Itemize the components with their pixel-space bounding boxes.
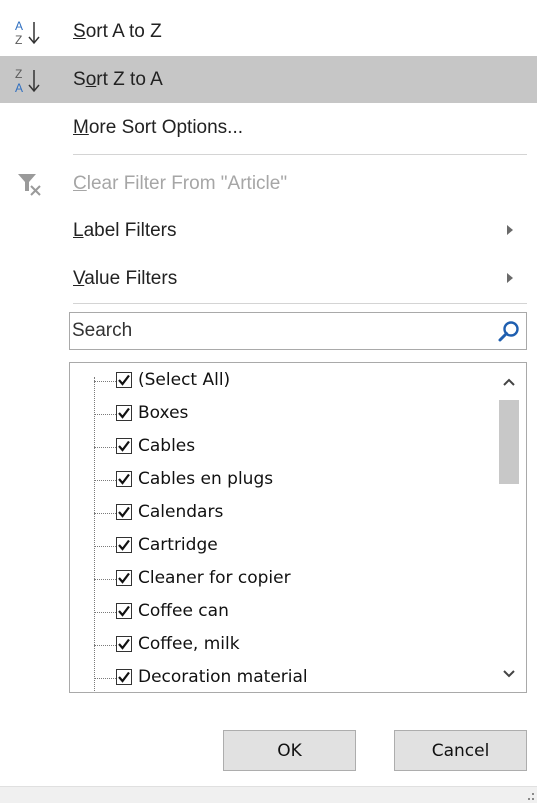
clear-filter-label: Clear Filter From "Article" xyxy=(73,172,288,194)
filter-values-list: (Select All) Boxes Cables Cables en plugs Ca… xyxy=(69,362,527,693)
list-item-label: (Select All) xyxy=(138,370,231,390)
list-item-label: Calendars xyxy=(138,502,224,522)
search-box xyxy=(69,312,527,350)
cancel-button[interactable]: Cancel xyxy=(394,730,527,771)
list-item[interactable]: Cables xyxy=(70,431,490,464)
menu-divider xyxy=(73,154,527,155)
scroll-thumb[interactable] xyxy=(499,400,519,484)
svg-text:Z: Z xyxy=(15,33,22,47)
checkbox[interactable] xyxy=(116,603,132,619)
list-item[interactable]: Coffee, milk xyxy=(70,629,490,662)
list-item[interactable]: Cleaner for copier xyxy=(70,563,490,596)
list-item-label: Cleaner for copier xyxy=(138,568,291,588)
checkbox[interactable] xyxy=(116,504,132,520)
tree-connector xyxy=(94,612,116,613)
sort-ascending-icon: A Z xyxy=(14,8,50,55)
value-filters-label: Value Filters xyxy=(73,267,178,289)
svg-text:Z: Z xyxy=(15,67,22,81)
checkbox[interactable] xyxy=(116,636,132,652)
sort-descending-icon: Z A xyxy=(14,56,50,103)
tree-connector xyxy=(94,480,116,481)
resize-grip-icon[interactable] xyxy=(523,789,535,801)
list-item-label: Coffee, milk xyxy=(138,634,240,654)
ok-button[interactable]: OK xyxy=(223,730,356,771)
clear-filter-icon xyxy=(14,160,50,207)
tree-connector xyxy=(94,381,116,382)
list-item-label: Cables xyxy=(138,436,196,456)
more-sort-options-item[interactable]: More Sort Options... xyxy=(0,104,537,151)
sort-a-to-z-label: Sort A to Z xyxy=(73,20,162,42)
clear-filter-item: Clear Filter From "Article" xyxy=(0,160,537,207)
sort-z-to-a-item[interactable]: Z A Sort Z to A xyxy=(0,56,537,103)
tree-connector xyxy=(94,678,116,679)
sort-z-to-a-label: Sort Z to A xyxy=(73,68,163,90)
checkbox[interactable] xyxy=(116,405,132,421)
tree-connector xyxy=(94,414,116,415)
more-sort-options-label: More Sort Options... xyxy=(73,116,244,138)
scroll-up-icon[interactable] xyxy=(498,371,520,393)
tree-connector xyxy=(94,579,116,580)
tree-connector xyxy=(94,645,116,646)
scroll-down-icon[interactable] xyxy=(498,663,520,685)
tree-connector xyxy=(94,447,116,448)
submenu-arrow-icon xyxy=(507,273,513,283)
checkbox[interactable] xyxy=(116,372,132,388)
tree-connector xyxy=(94,513,116,514)
checkbox[interactable] xyxy=(116,570,132,586)
list-item-label: Decoration material xyxy=(138,667,308,687)
list-item[interactable]: Coffee can xyxy=(70,596,490,629)
list-item[interactable]: Calendars xyxy=(70,497,490,530)
sort-a-to-z-item[interactable]: A Z Sort A to Z xyxy=(0,8,537,55)
menu-divider xyxy=(73,303,527,304)
vertical-scrollbar[interactable] xyxy=(491,364,525,691)
list-item[interactable]: (Select All) xyxy=(70,365,490,398)
checkbox[interactable] xyxy=(116,438,132,454)
checkbox[interactable] xyxy=(116,669,132,685)
checkbox[interactable] xyxy=(116,471,132,487)
list-item[interactable]: Cables en plugs xyxy=(70,464,490,497)
list-item[interactable]: Decoration material xyxy=(70,662,490,692)
label-filters-item[interactable]: Label Filters xyxy=(0,207,537,254)
list-item-label: Cartridge xyxy=(138,535,218,555)
checkbox[interactable] xyxy=(116,537,132,553)
resize-strip xyxy=(0,786,537,803)
svg-text:A: A xyxy=(15,81,23,95)
list-item-label: Boxes xyxy=(138,403,189,423)
label-filters-label: Label Filters xyxy=(73,219,177,241)
list-item[interactable]: Boxes xyxy=(70,398,490,431)
value-filters-item[interactable]: Value Filters xyxy=(0,255,537,302)
list-item-label: Cables en plugs xyxy=(138,469,274,489)
svg-text:A: A xyxy=(15,19,23,33)
search-icon[interactable] xyxy=(496,319,522,345)
tree-connector xyxy=(94,546,116,547)
submenu-arrow-icon xyxy=(507,225,513,235)
list-item[interactable]: Cartridge xyxy=(70,530,490,563)
search-input[interactable] xyxy=(70,313,482,349)
list-item-label: Coffee can xyxy=(138,601,229,621)
